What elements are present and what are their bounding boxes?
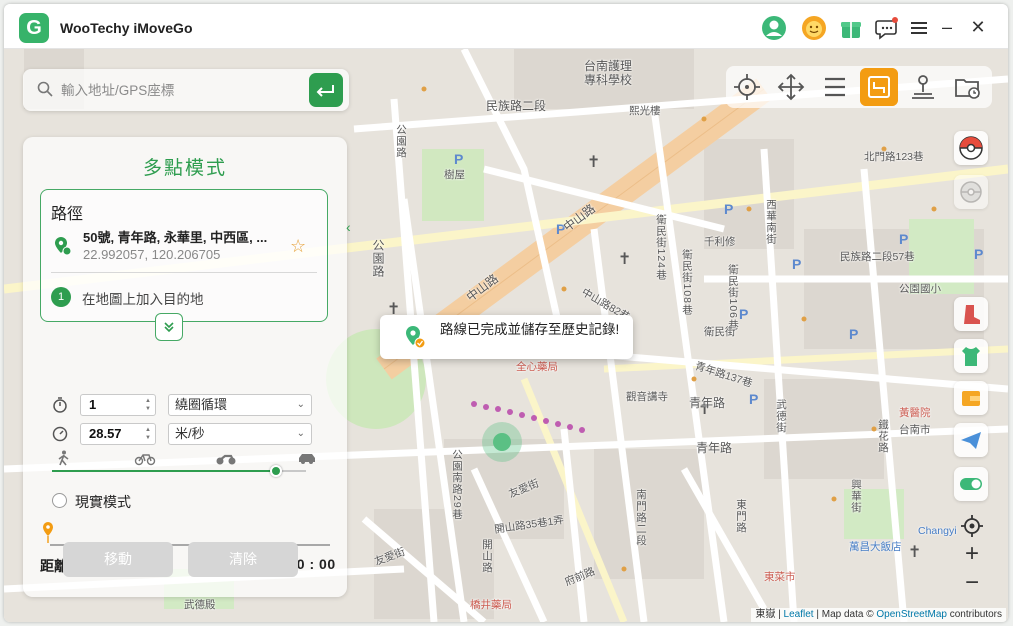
collapse-panel-button[interactable]: ‹ [346,207,360,247]
toggle-switch-icon [960,478,982,490]
telegram-button[interactable] [954,423,988,457]
speed-slider-fill [52,470,276,472]
zoom-in-button[interactable]: + [960,542,984,567]
start-address: 50號, 青年路, 永華里, 中西區, ... [83,230,268,245]
walking-icon[interactable] [53,450,75,466]
openstreetmap-link[interactable]: OpenStreetMap [876,609,947,620]
divider [51,272,317,273]
menu-icon[interactable] [906,15,932,41]
close-button[interactable]: ✕ [967,16,989,38]
panel-title: 多點模式 [142,158,227,179]
clear-button[interactable]: 清除 [188,542,298,577]
toast-message: 路線已完成並儲存至歷史記錄! [440,322,620,337]
move-button[interactable]: 移動 [63,542,173,577]
pokeball-gray-icon [960,181,982,203]
route-label: 路徑 [51,206,84,223]
bicycle-icon[interactable] [134,450,156,466]
attribution-middle: | Map data © [813,609,877,620]
pokeball-button[interactable] [954,131,988,165]
send-plane-icon [961,432,981,449]
attribution-prefix: 東嶽 | [755,609,784,620]
app-logo-icon: G [19,13,49,43]
app-window: G WooTechy iMoveGo – ✕ P P P P P P P P P… [4,4,1008,622]
add-destination-hint: 在地圖上加入目的地 [82,292,204,307]
expand-route-button[interactable] [155,313,183,341]
search-icon [37,81,53,97]
destination-number-badge: 1 [51,287,71,307]
locate-me-icon[interactable] [959,513,985,539]
real-mode-label: 現實模式 [75,494,131,510]
shirt-icon [962,347,980,366]
teleport-mode-icon[interactable] [728,68,766,106]
multi-spot-panel: 多點模式 ‹ 路徑 50號, 青年路, 永華里, 中西區, ... 22.992… [23,137,351,597]
search-bar [23,69,349,111]
mode-toolbar [726,66,992,108]
gift-icon[interactable] [838,15,864,41]
boots-button[interactable] [954,297,988,331]
leaflet-link[interactable]: Leaflet [784,609,814,620]
multi-spot-mode-icon[interactable] [860,68,898,106]
pokeball-icon [959,136,983,160]
map-attribution: 東嶽 | Leaflet | Map data © OpenStreetMap … [751,608,1006,622]
toggle-button[interactable] [954,467,988,501]
start-location-icon [55,237,72,256]
speed-slider[interactable] [52,465,306,477]
speed-slider-area: 現實模式 [40,347,328,510]
map-view[interactable]: PPP PPP PPP ✝ ✝ ✝ ✝ ✝ 台南護理 專科學校 民族路二段 民族路二段… [4,49,1008,622]
pokeball-gray-button[interactable] [954,175,988,209]
app-title: WooTechy iMoveGo [60,20,193,36]
double-chevron-down-icon [164,322,174,333]
route-box: 路徑 50號, 青年路, 永華里, 中西區, ... 22.992057, 12… [40,189,328,322]
minimize-button[interactable]: – [936,16,958,38]
wallet-icon [962,391,980,406]
joystick-mode-icon[interactable] [772,68,810,106]
two-spot-mode-icon[interactable] [816,68,854,106]
attribution-suffix: contributors [946,609,1002,620]
real-mode-radio[interactable] [52,493,67,508]
smile-emoji-icon[interactable] [801,15,827,41]
zoom-out-button[interactable]: − [960,571,984,596]
title-bar: G WooTechy iMoveGo – ✕ [4,4,1008,49]
search-input[interactable] [61,78,301,102]
shirt-button[interactable] [954,339,988,373]
wallet-button[interactable] [954,381,988,415]
car-icon[interactable] [296,450,318,466]
route-saved-location-icon [406,326,426,349]
motorcycle-icon[interactable] [215,450,237,466]
toast-notification: 路線已完成並儲存至歷史記錄! [380,315,633,359]
return-arrow-icon [316,85,334,97]
history-folder-icon[interactable] [948,68,986,106]
chat-feedback-icon[interactable] [874,15,900,41]
favorite-star-icon[interactable]: ☆ [290,236,306,257]
progress-pin-icon [43,522,53,543]
boot-icon [964,305,980,324]
search-go-button[interactable] [309,73,343,107]
speed-slider-handle[interactable] [269,465,282,477]
jump-teleport-mode-icon[interactable] [904,68,942,106]
start-coordinates: 22.992057, 120.206705 [83,247,221,262]
user-avatar-icon[interactable] [761,15,787,41]
